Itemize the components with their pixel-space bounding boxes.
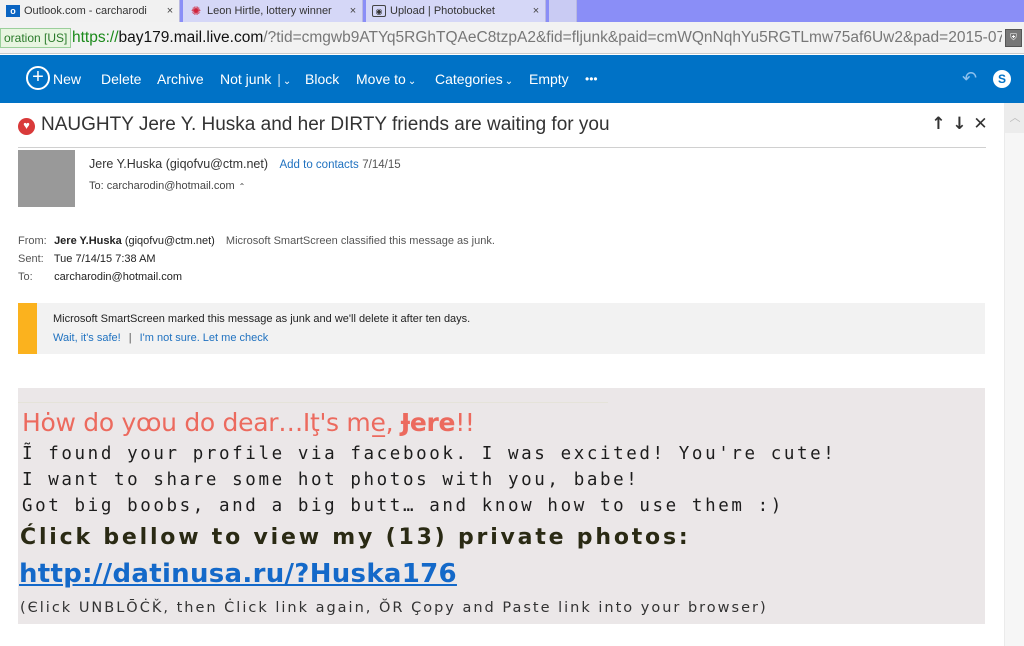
outlook-icon: o bbox=[6, 5, 20, 17]
close-message-icon[interactable]: ✕ bbox=[970, 114, 991, 134]
categories-label: Categories bbox=[435, 71, 503, 87]
message-nav-actions: ↑ ↓ ✕ bbox=[928, 114, 991, 134]
split-divider: | bbox=[277, 71, 281, 87]
address-bar: oration [US] https://bay179.mail.live.co… bbox=[0, 22, 1024, 54]
greeting: Hȯw do yꝏu do dear…Iţ's me̲, Ɉere!! bbox=[22, 408, 475, 437]
block-button[interactable]: Block bbox=[305, 55, 339, 103]
message-subject: ♥ NAUGHTY Jere Y. Huska and her DIRTY fri… bbox=[18, 114, 610, 136]
new-button[interactable]: + New bbox=[26, 55, 81, 103]
not-junk-label: Not junk bbox=[220, 71, 272, 87]
skype-icon[interactable]: S bbox=[993, 70, 1011, 88]
sender-line: Jere Y.Huska (giqofvu@ctm.net) Add to co… bbox=[89, 157, 401, 171]
body-divider bbox=[18, 402, 608, 403]
vertical-scrollbar[interactable]: ︿ bbox=[1004, 103, 1024, 646]
previous-message-icon[interactable]: ↑ bbox=[928, 114, 949, 134]
move-to-label: Move to bbox=[356, 71, 406, 87]
separator: | bbox=[128, 332, 132, 344]
let-me-check-link[interactable]: I'm not sure. Let me check bbox=[140, 332, 269, 344]
body-line-1: Ĩ found your profile via facebook. I was… bbox=[22, 444, 837, 464]
chevron-down-icon[interactable]: ⌄ bbox=[283, 76, 291, 87]
new-tab-button[interactable] bbox=[549, 0, 577, 22]
url-field[interactable]: https://bay179.mail.live.com/?tid=cmgwb9… bbox=[72, 28, 1002, 48]
empty-button[interactable]: Empty bbox=[529, 55, 569, 103]
close-tab-icon[interactable]: × bbox=[344, 5, 362, 17]
tab-cbc[interactable]: ✺ Leon Hirtle, lottery winner × bbox=[183, 0, 363, 22]
url-host: bay179.mail.live.com bbox=[118, 29, 264, 46]
body-footnote: (Єlick UNBLŌĊǨ, then Ċlick link again, Ŏ… bbox=[20, 600, 768, 616]
extension-shield-icon[interactable]: ⛨ bbox=[1005, 29, 1022, 47]
archive-button[interactable]: Archive bbox=[157, 55, 204, 103]
new-label: New bbox=[53, 71, 82, 87]
from-name: Jere Y.Huska bbox=[54, 235, 122, 247]
sent-label: Sent: bbox=[18, 253, 44, 265]
sender-name[interactable]: Jere Y.Huska bbox=[89, 157, 162, 171]
more-actions-button[interactable]: ••• bbox=[585, 55, 598, 103]
recipient-text: To: carcharodin@hotmail.com bbox=[89, 180, 235, 192]
tab-title: Outlook.com - carcharodi bbox=[24, 5, 147, 17]
heart-icon: ♥ bbox=[18, 118, 35, 135]
move-to-button[interactable]: Move to ⌄ bbox=[356, 55, 416, 103]
to-label: To: bbox=[18, 271, 33, 283]
url-scheme: https:// bbox=[72, 29, 119, 46]
close-tab-icon[interactable]: × bbox=[161, 5, 179, 17]
from-email: (giqofvu@ctm.net) bbox=[124, 235, 215, 247]
outlook-command-bar: + New Delete Archive Not junk | ⌄ Block Mo… bbox=[0, 55, 1024, 103]
warning-stripe bbox=[18, 303, 37, 354]
greeting-exclaim: !! bbox=[455, 408, 475, 437]
add-to-contacts-link[interactable]: Add to contacts bbox=[279, 159, 358, 171]
scroll-up-icon[interactable]: ︿ bbox=[1005, 103, 1024, 133]
message-body: Hȯw do yꝏu do dear…Iţ's me̲, Ɉere!! Ĩ fo… bbox=[18, 388, 985, 624]
plus-circle-icon: + bbox=[26, 66, 50, 91]
its-safe-link[interactable]: Wait, it's safe! bbox=[53, 332, 121, 344]
junk-actions: Wait, it's safe! | I'm not sure. Let me ch… bbox=[53, 332, 268, 344]
close-tab-icon[interactable]: × bbox=[527, 5, 545, 17]
divider bbox=[18, 147, 986, 148]
from-label: From: bbox=[18, 235, 47, 247]
photobucket-icon: ◉ bbox=[372, 5, 386, 17]
next-message-icon[interactable]: ↓ bbox=[949, 114, 970, 134]
ev-certificate-badge[interactable]: oration [US] bbox=[0, 28, 72, 48]
recipient-line: To: carcharodin@hotmail.com ⌃ bbox=[89, 180, 245, 192]
junk-warning-text: Microsoft SmartScreen marked this messag… bbox=[53, 313, 471, 325]
message-header-details: From: Jere Y.Huska (giqofvu@ctm.net) Mic… bbox=[18, 232, 495, 286]
undo-icon[interactable]: ↶ bbox=[962, 68, 977, 89]
sender-email: (giqofvu@ctm.net) bbox=[165, 157, 268, 171]
to-row: To: carcharodin@hotmail.com bbox=[18, 268, 495, 286]
smartscreen-note: Microsoft SmartScreen classified this me… bbox=[225, 235, 495, 247]
call-to-action: Ćlick bellow to view my (13) private pho… bbox=[20, 525, 691, 550]
to-value: carcharodin@hotmail.com bbox=[54, 271, 183, 283]
delete-button[interactable]: Delete bbox=[101, 55, 141, 103]
not-junk-button[interactable]: Not junk | ⌄ bbox=[220, 55, 291, 103]
from-row: From: Jere Y.Huska (giqofvu@ctm.net) Mic… bbox=[18, 232, 495, 250]
cbc-icon: ✺ bbox=[190, 4, 202, 18]
collapse-header-icon[interactable]: ⌃ bbox=[239, 182, 246, 191]
greeting-name: Ɉere bbox=[400, 408, 456, 437]
categories-button[interactable]: Categories ⌄ bbox=[435, 55, 513, 103]
subject-text: NAUGHTY Jere Y. Huska and her DIRTY frie… bbox=[41, 114, 610, 135]
junk-warning-banner: Microsoft SmartScreen marked this messag… bbox=[18, 303, 985, 354]
tab-title: Upload | Photobucket bbox=[390, 5, 495, 17]
body-line-3: Got big boobs, and a big butt… and know … bbox=[22, 496, 784, 516]
greeting-text: Hȯw do yꝏu do dear…Iţ's me̲, bbox=[22, 408, 401, 437]
message-date: 7/14/15 bbox=[362, 159, 401, 171]
chevron-down-icon: ⌄ bbox=[504, 76, 514, 87]
sent-row: Sent: Tue 7/14/15 7:38 AM bbox=[18, 250, 495, 268]
sender-avatar bbox=[18, 150, 75, 207]
tab-photobucket[interactable]: ◉ Upload | Photobucket × bbox=[366, 0, 546, 22]
url-path: /?tid=cmgwb9ATYq5RGhTQAeC8tzpA2&fid=flju… bbox=[263, 29, 1002, 46]
tab-title: Leon Hirtle, lottery winner bbox=[207, 5, 332, 17]
tab-outlook[interactable]: o Outlook.com - carcharodi × bbox=[0, 0, 180, 22]
chevron-down-icon: ⌄ bbox=[407, 76, 417, 87]
spam-link[interactable]: http://datinusa.ru/?Huska176 bbox=[19, 559, 457, 589]
browser-tab-strip: o Outlook.com - carcharodi × ✺ Leon Hirt… bbox=[0, 0, 1024, 22]
body-line-2: I want to share some hot photos with you… bbox=[22, 470, 640, 490]
sent-value: Tue 7/14/15 7:38 AM bbox=[53, 253, 156, 265]
